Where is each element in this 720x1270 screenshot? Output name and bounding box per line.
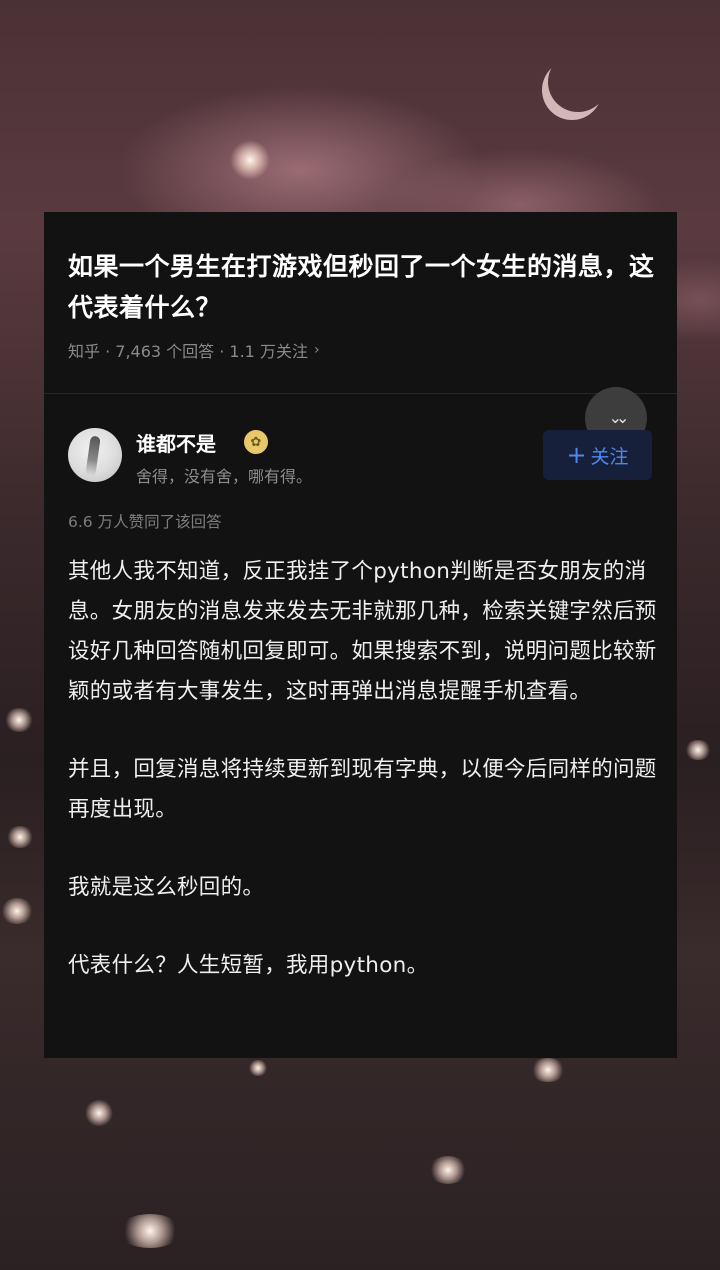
sparkle [684, 740, 712, 760]
sparkle [530, 1058, 566, 1082]
avatar[interactable] [68, 428, 122, 482]
follow-button[interactable]: + 关注 [543, 430, 652, 480]
answer-card: 如果一个男生在打游戏但秒回了一个女生的消息，这代表着什么？ 知乎 · 7,463… [44, 212, 677, 1058]
chevron-right-icon: › [313, 342, 320, 358]
sparkle [0, 898, 34, 924]
question-meta-text: 知乎 · 7,463 个回答 · 1.1 万关注 [68, 342, 308, 361]
sparkle [4, 708, 34, 732]
moon-decoration [548, 52, 608, 112]
question-title[interactable]: 如果一个男生在打游戏但秒回了一个女生的消息，这代表着什么？ [68, 246, 658, 328]
sparkle [84, 1100, 114, 1126]
author-name[interactable]: 谁都不是 [136, 428, 216, 457]
answer-paragraph: 其他人我不知道，反正我挂了个python判断是否女朋友的消息。女朋友的消息发来发… [68, 559, 657, 704]
answer-paragraph: 并且，回复消息将持续更新到现有字典，以便今后同样的问题再度出现。 [68, 757, 657, 822]
author-bio: 舍得，没有舍，哪有得。 [136, 467, 313, 486]
sparkle [428, 1156, 468, 1184]
plus-icon: + [566, 441, 587, 469]
sparkle [230, 140, 270, 180]
answer-body: 其他人我不知道，反正我挂了个python判断是否女朋友的消息。女朋友的消息发来发… [68, 552, 658, 1024]
follow-button-label: 关注 [590, 445, 629, 468]
sparkle [6, 826, 34, 848]
answer-paragraph: 我就是这么秒回的。 [68, 875, 265, 900]
background-image: 如果一个男生在打游戏但秒回了一个女生的消息，这代表着什么？ 知乎 · 7,463… [0, 0, 720, 1270]
sparkle [118, 1214, 182, 1248]
sparkle [248, 1060, 268, 1076]
vote-count: 6.6 万人赞同了该回答 [68, 513, 222, 531]
divider [44, 393, 677, 394]
question-meta[interactable]: 知乎 · 7,463 个回答 · 1.1 万关注 › [68, 338, 320, 362]
double-chevron-down-icon: ⌄⌄ [608, 408, 630, 427]
answer-paragraph: 代表什么？人生短暂，我用python。 [68, 953, 429, 978]
medal-badge-icon: ✿ [244, 430, 268, 454]
